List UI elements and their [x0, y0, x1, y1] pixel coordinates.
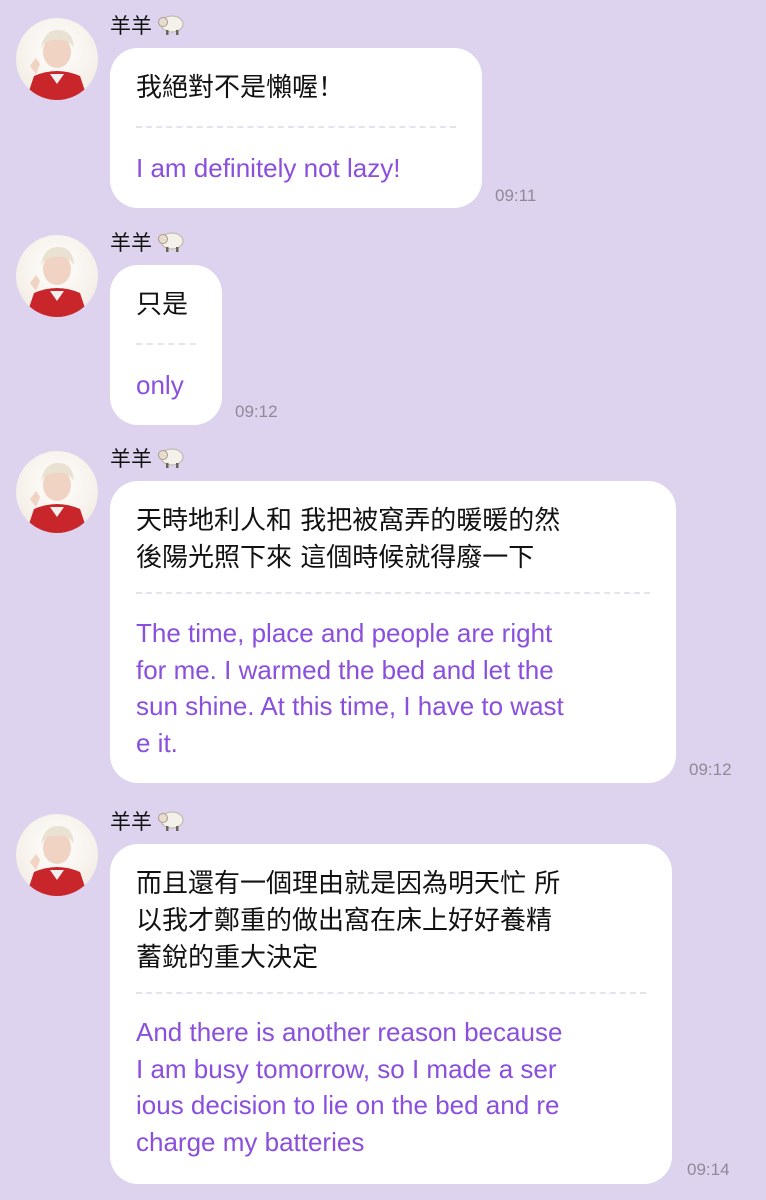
timestamp: 09:12	[235, 402, 278, 421]
divider	[136, 126, 456, 128]
sheep-icon	[156, 808, 186, 839]
original-text: 我絕對不是懶喔！	[136, 73, 345, 103]
divider	[136, 992, 646, 994]
timestamp: 09:11	[495, 186, 537, 205]
message-bubble[interactable]: 天時地利人和 我把被窩弄的暖暖的然 後陽光照下來 這個時候就得廢一下 The t…	[110, 481, 676, 783]
timestamp: 09:14	[687, 1160, 730, 1179]
sender-name: 羊羊	[110, 445, 186, 476]
divider	[136, 343, 196, 345]
sender-name-text: 羊羊	[110, 231, 152, 255]
sender-name: 羊羊	[110, 12, 186, 43]
original-text: 只是	[136, 290, 189, 320]
translation-text: I am definitely not lazy!	[136, 153, 401, 183]
avatar[interactable]	[16, 18, 98, 100]
avatar[interactable]	[16, 814, 98, 896]
sender-name-text: 羊羊	[110, 447, 152, 471]
avatar-photo	[26, 30, 88, 100]
timestamp: 09:12	[689, 760, 732, 779]
avatar-photo	[26, 247, 88, 317]
avatar-photo	[26, 826, 88, 896]
message-bubble[interactable]: 我絕對不是懶喔！ I am definitely not lazy!	[110, 48, 482, 208]
sender-name-text: 羊羊	[110, 810, 152, 834]
translation-text: And there is another reason because I am…	[136, 1017, 563, 1157]
original-text: 而且還有一個理由就是因為明天忙 所 以我才鄭重的做出窩在床上好好養精 蓄銳的重大…	[136, 869, 561, 973]
sheep-icon	[156, 229, 186, 260]
message-bubble[interactable]: 只是 only	[110, 265, 222, 425]
sender-name-text: 羊羊	[110, 14, 152, 38]
divider	[136, 592, 650, 594]
sender-name: 羊羊	[110, 808, 186, 839]
sender-name: 羊羊	[110, 229, 186, 260]
message-bubble[interactable]: 而且還有一個理由就是因為明天忙 所 以我才鄭重的做出窩在床上好好養精 蓄銳的重大…	[110, 844, 672, 1184]
avatar[interactable]	[16, 451, 98, 533]
sheep-icon	[156, 12, 186, 43]
translation-text: only	[136, 370, 184, 400]
sheep-icon	[156, 445, 186, 476]
translation-text: The time, place and people are right for…	[136, 618, 564, 758]
avatar-photo	[26, 463, 88, 533]
original-text: 天時地利人和 我把被窩弄的暖暖的然 後陽光照下來 這個時候就得廢一下	[136, 506, 561, 573]
avatar[interactable]	[16, 235, 98, 317]
